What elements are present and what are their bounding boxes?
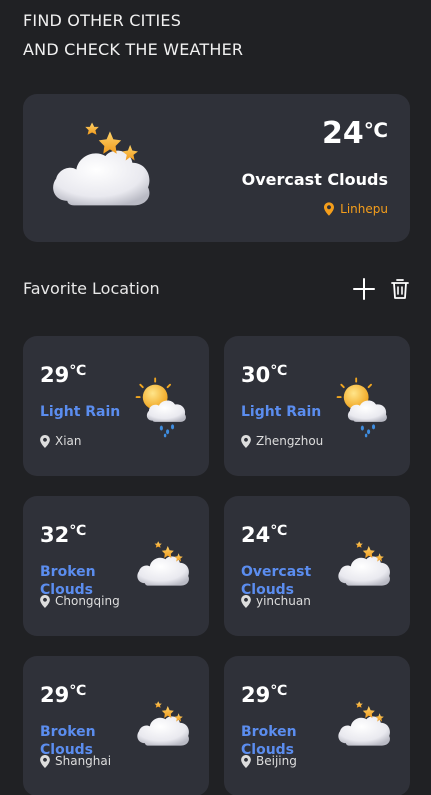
city-temp-unit: ℃ xyxy=(69,523,87,539)
location-pin-icon xyxy=(324,202,335,216)
city-location: Beijing xyxy=(241,754,297,768)
city-temperature: 24℃ xyxy=(241,522,287,548)
trash-icon xyxy=(391,279,409,299)
city-temp-value: 29 xyxy=(241,683,271,707)
favorites-title: Favorite Location xyxy=(23,279,160,298)
cloud-stars-icon xyxy=(338,701,390,746)
location-pin-icon xyxy=(40,434,50,448)
favorite-card-yinchuan[interactable]: 24℃ Overcast Clouds yinchuan xyxy=(224,496,410,636)
city-description: Light Rain xyxy=(241,404,322,420)
header-line-2: AND CHECK THE WEATHER xyxy=(23,40,244,59)
location-pin-icon xyxy=(241,754,251,768)
add-location-button[interactable] xyxy=(353,277,375,301)
current-temperature: 24℃ xyxy=(322,116,388,152)
current-temp-unit: ℃ xyxy=(363,118,388,142)
city-temp-unit: ℃ xyxy=(270,363,288,379)
city-location: Shanghai xyxy=(40,754,111,768)
city-temp-unit: ℃ xyxy=(69,363,87,379)
city-temp-value: 29 xyxy=(40,683,70,707)
city-location: Chongqing xyxy=(40,594,120,608)
city-temperature: 29℃ xyxy=(40,362,86,388)
city-location-label: Shanghai xyxy=(55,754,112,768)
delete-location-button[interactable] xyxy=(389,277,411,301)
city-location: Xian xyxy=(40,434,82,448)
city-temperature: 32℃ xyxy=(40,522,86,548)
current-description: Overcast Clouds xyxy=(241,170,388,189)
city-temperature: 30℃ xyxy=(241,362,287,388)
location-pin-icon xyxy=(241,594,251,608)
city-temp-value: 29 xyxy=(40,363,70,387)
current-location-label: Linhepu xyxy=(340,202,388,216)
cloud-stars-icon xyxy=(137,701,189,746)
city-location-label: Chongqing xyxy=(55,594,120,608)
city-location-label: yinchuan xyxy=(256,594,311,608)
current-weather-card[interactable]: 24℃ Overcast Clouds Linhepu xyxy=(23,94,410,242)
favorite-card-xian[interactable]: 29℃ Light Rain Xian xyxy=(23,336,209,476)
city-temp-value: 32 xyxy=(40,523,70,547)
city-description: Light Rain xyxy=(40,404,121,420)
location-pin-icon xyxy=(40,594,50,608)
city-temp-unit: ℃ xyxy=(270,523,288,539)
city-temperature: 29℃ xyxy=(241,682,287,708)
page-header: FIND OTHER CITIES AND CHECK THE WEATHER xyxy=(23,6,243,64)
cloud-stars-icon xyxy=(338,541,390,586)
city-location-label: Xian xyxy=(55,434,82,448)
header-line-1: FIND OTHER CITIES xyxy=(23,11,182,30)
city-location-label: Zhengzhou xyxy=(256,434,324,448)
favorite-card-chongqing[interactable]: 32℃ Broken Clouds Chongqing xyxy=(23,496,209,636)
city-temp-value: 30 xyxy=(241,363,271,387)
city-temp-unit: ℃ xyxy=(270,683,288,699)
city-location: yinchuan xyxy=(241,594,311,608)
plus-icon xyxy=(353,278,375,300)
city-location-label: Beijing xyxy=(256,754,297,768)
city-location: Zhengzhou xyxy=(241,434,323,448)
location-pin-icon xyxy=(40,754,50,768)
city-temperature: 29℃ xyxy=(40,682,86,708)
cloud-stars-icon xyxy=(53,122,150,206)
cloud-stars-icon xyxy=(137,541,189,586)
favorites-actions xyxy=(353,277,411,301)
sun-rain-cloud-icon xyxy=(336,377,388,438)
favorite-card-shanghai[interactable]: 29℃ Broken Clouds Shanghai xyxy=(23,656,209,795)
location-pin-icon xyxy=(241,434,251,448)
favorite-card-beijing[interactable]: 29℃ Broken Clouds Beijing xyxy=(224,656,410,795)
city-temp-value: 24 xyxy=(241,523,271,547)
current-location: Linhepu xyxy=(324,202,388,216)
current-temp-value: 24 xyxy=(322,116,364,151)
city-temp-unit: ℃ xyxy=(69,683,87,699)
favorite-card-zhengzhou[interactable]: 30℃ Light Rain Zhengzhou xyxy=(224,336,410,476)
sun-rain-cloud-icon xyxy=(135,377,187,438)
